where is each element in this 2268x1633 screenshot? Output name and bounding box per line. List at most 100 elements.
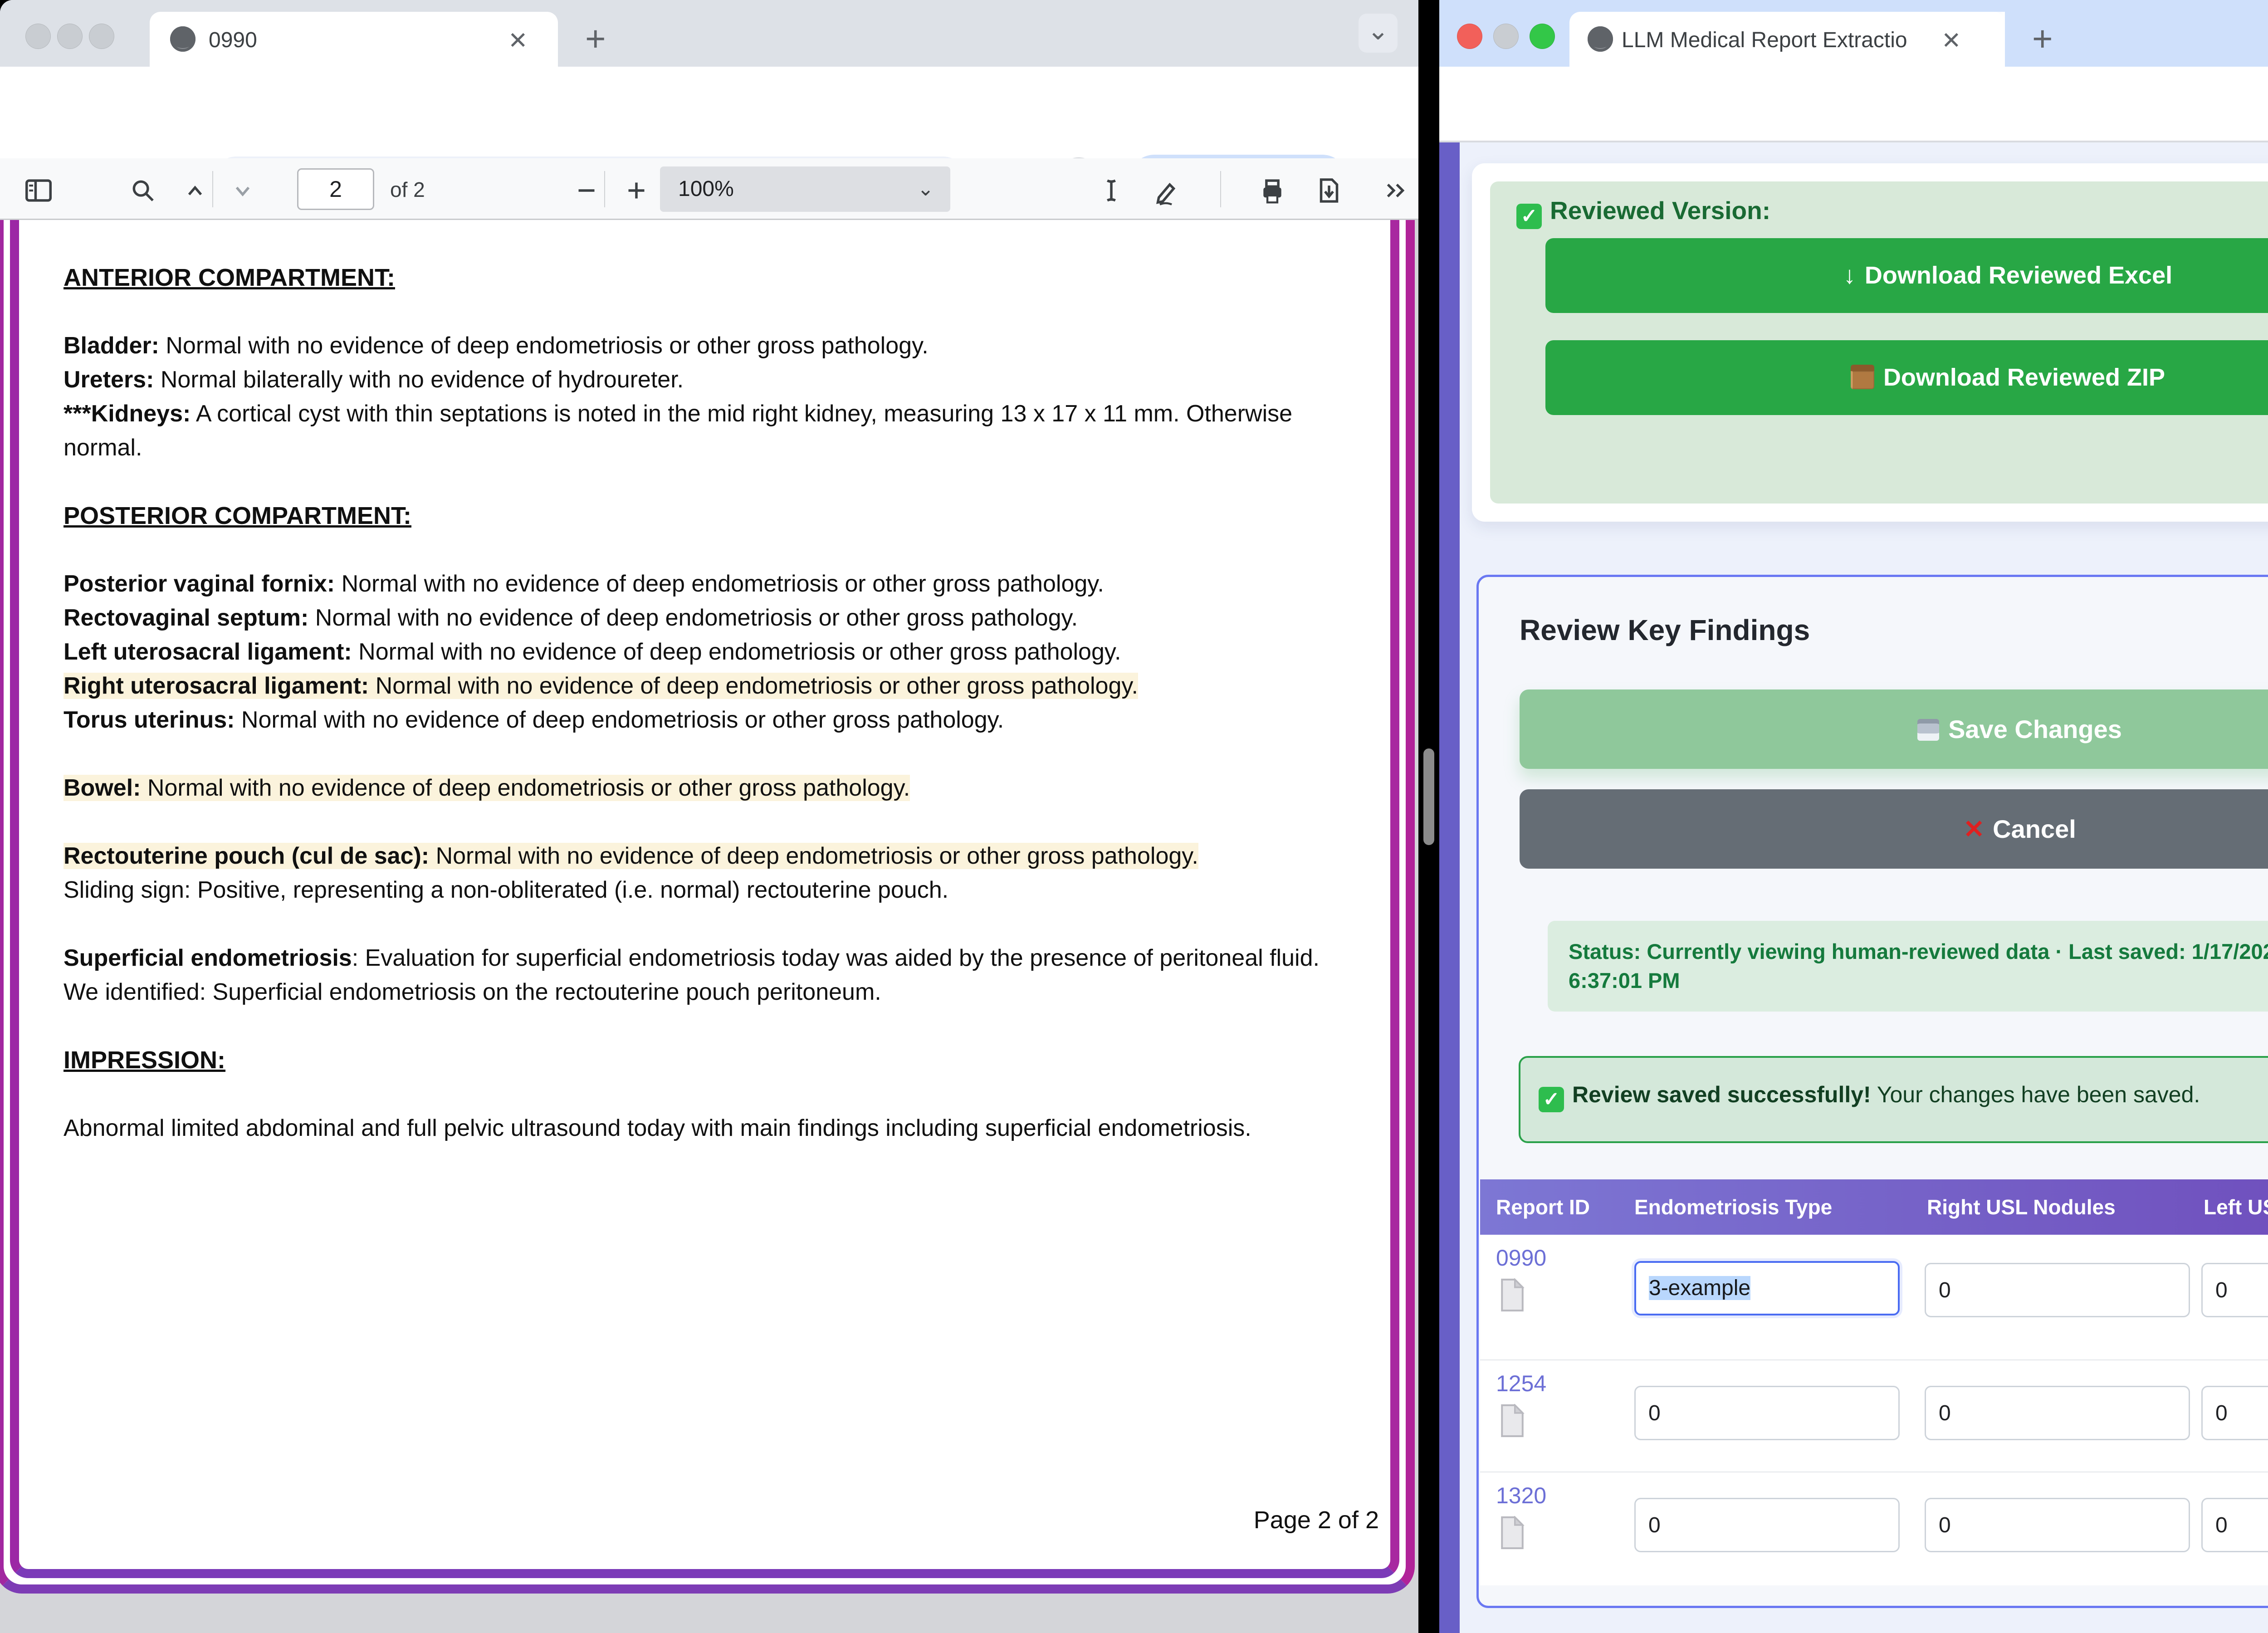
new-tab-button[interactable]: + [2032,18,2053,59]
endometriosis-type-input[interactable] [1634,1498,1900,1552]
download-excel-label: Download Reviewed Excel [1865,262,2172,289]
tab-search-button[interactable]: ⌄ [1359,14,1398,53]
zoom-window-button[interactable] [1530,24,1555,49]
package-icon [1851,365,1874,389]
pdf-paragraph-fornix: Posterior vaginal fornix: Normal with no… [64,567,1329,601]
document-icon[interactable] [1499,1278,1525,1312]
right-usl-nodules-input[interactable] [1925,1263,2190,1317]
cancel-button[interactable]: ✕Cancel [1520,789,2268,869]
page-number-input[interactable]: 2 [297,168,374,210]
check-icon: ✓ [1516,204,1542,229]
floppy-disk-icon [1917,719,1939,741]
pdf-scrollbar-thumb[interactable] [1423,748,1434,845]
left-usl-nodules-input[interactable] [2201,1263,2268,1317]
endometriosis-type-input[interactable]: 3-example [1634,1261,1900,1315]
reviewed-version-label: Reviewed Version: [1550,196,1770,225]
left-usl-nodules-input[interactable] [2201,1386,2268,1440]
right-usl-nodules-input[interactable] [1925,1386,2190,1440]
report-id-link[interactable]: 1254 [1496,1370,1546,1397]
annotate-pencil-icon[interactable] [1150,175,1182,206]
zoom-level-value: 100% [678,177,734,201]
section-heading-posterior: POSTERIOR COMPARTMENT: [64,499,1329,533]
sidebar-toggle-icon[interactable] [23,175,54,206]
new-tab-button[interactable]: + [585,18,606,59]
table-row: 1320 [1480,1472,2268,1585]
pdf-paragraph-torus: Torus uterinus: Normal with no evidence … [64,703,1329,737]
chevron-down-icon: ⌄ [917,166,934,212]
toolbar-divider [1220,171,1221,207]
toolbar-divider [212,171,213,207]
pdf-label: ***Kidneys: [64,401,191,427]
close-window-button[interactable] [1457,24,1482,49]
report-id-link[interactable]: 0990 [1496,1245,1546,1271]
pdf-paragraph-ureters: Ureters: Normal bilaterally with no evid… [64,363,1329,397]
previous-page-icon[interactable] [179,175,211,206]
pdf-toolbar: 2 of 2 100% ⌄ [0,158,1418,220]
success-rest-text: Your changes have been saved. [1871,1082,2200,1107]
status-text-line1: Status: Currently viewing human-reviewed… [1569,937,2268,966]
pdf-label: Ureters: [64,367,154,393]
table-row: 0990 3-example [1480,1235,2268,1359]
browser-toolbar: ← → ↻ ⓘ ☆ ⋮ [1439,67,2268,141]
page-content: ✓ Reviewed Version: ↓ Download Reviewed Ex… [1439,142,2268,1633]
pdf-paragraph-left-usl: Left uterosacral ligament: Normal with n… [64,635,1329,669]
pdf-label: Posterior vaginal fornix: [64,571,335,597]
download-arrow-icon: ↓ [1843,262,1856,289]
pdf-paragraph-bladder: Bladder: Normal with no evidence of deep… [64,329,1329,363]
next-page-icon[interactable] [227,175,259,206]
more-tools-icon[interactable] [1379,175,1411,206]
pdf-text-run: Normal with no evidence of deep endometr… [159,332,929,359]
pdf-report-text: ANTERIOR COMPARTMENT: Bladder: Normal wi… [64,261,1329,1145]
pdf-label: Rectovaginal septum: [64,605,308,631]
search-icon[interactable] [127,175,159,206]
save-changes-label: Save Changes [1948,715,2122,743]
toolbar-divider [604,171,605,207]
section-heading-impression: IMPRESSION: [64,1043,1329,1077]
document-icon[interactable] [1499,1516,1525,1550]
download-reviewed-excel-button[interactable]: ↓ Download Reviewed Excel [1545,238,2268,313]
red-x-icon: ✕ [1963,815,1984,843]
pdf-label: Rectouterine pouch (cul de sac): [64,843,429,869]
minimize-window-button[interactable] [1493,24,1519,49]
pdf-paragraph-right-usl: Right uterosacral ligament: Normal with … [64,669,1329,703]
close-window-button[interactable] [25,24,51,49]
pdf-text-run: Normal with no evidence of deep endometr… [141,775,910,801]
zoom-out-icon[interactable] [571,175,602,206]
reviewed-version-title: ✓ Reviewed Version: [1516,196,1770,229]
pdf-text-run: Abnormal limited abdominal and full pelv… [64,1115,1251,1141]
pdf-content-area[interactable]: ANTERIOR COMPARTMENT: Bladder: Normal wi… [0,220,1418,1633]
browser-tab[interactable]: LLM Medical Report Extractio ✕ [1569,12,2005,67]
status-banner: Status: Currently viewing human-reviewed… [1548,921,2268,1012]
zoom-window-button[interactable] [89,24,114,49]
zoom-level-select[interactable]: 100% ⌄ [660,166,950,212]
pdf-text-run: Normal with no evidence of deep endometr… [335,571,1104,597]
endometriosis-type-input[interactable] [1634,1386,1900,1440]
column-header-left-usl: Left USL Nodules [2204,1179,2268,1235]
right-usl-nodules-input[interactable] [1925,1498,2190,1552]
zoom-in-icon[interactable] [621,175,652,206]
pdf-paragraph-septum: Rectovaginal septum: Normal with no evid… [64,601,1329,635]
close-tab-icon[interactable]: ✕ [1941,27,1961,54]
pdf-label: Superficial endometriosis [64,945,352,971]
text-select-icon[interactable] [1095,175,1127,206]
column-header-right-usl: Right USL Nodules [1927,1179,2116,1235]
pdf-paragraph-kidneys: ***Kidneys: A cortical cyst with thin se… [64,397,1329,465]
pdf-text-run: A cortical cyst with thin septations is … [64,401,1292,461]
download-icon[interactable] [1313,175,1345,206]
tab-title: 0990 [209,28,463,53]
browser-tab[interactable]: 0990 ✕ [150,12,558,67]
pdf-label: Bowel: [64,775,141,801]
report-id-link[interactable]: 1320 [1496,1482,1546,1509]
tab-title: LLM Medical Report Extractio [1622,28,1930,53]
print-icon[interactable] [1256,175,1288,206]
download-reviewed-zip-button[interactable]: Download Reviewed ZIP [1545,340,2268,415]
save-changes-button[interactable]: Save Changes [1520,689,2268,769]
pdf-label: Bladder: [64,332,159,359]
close-tab-icon[interactable]: ✕ [508,27,528,54]
document-icon[interactable] [1499,1404,1525,1437]
tab-strip: 0990 ✕ + ⌄ [0,0,1418,67]
minimize-window-button[interactable] [57,24,83,49]
globe-favicon-icon [1588,26,1613,52]
pdf-text-run: Normal with no evidence of deep endometr… [235,707,1004,733]
left-usl-nodules-input[interactable] [2201,1498,2268,1552]
